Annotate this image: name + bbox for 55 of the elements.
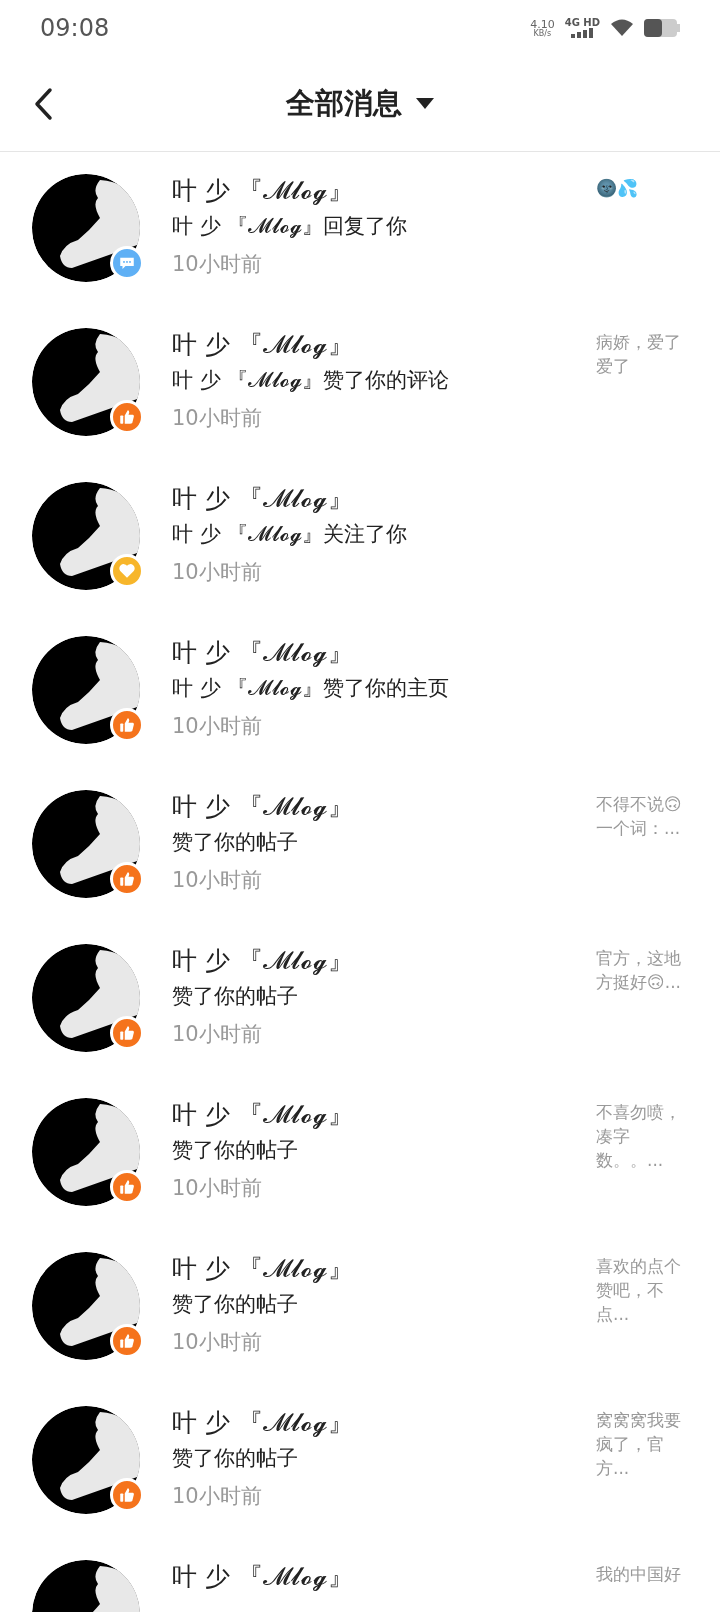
message-item[interactable]: 叶 少 『𝓜𝓵𝓸𝓰』 我的中国好 [0, 1538, 720, 1612]
message-time: 10小时前 [172, 251, 263, 278]
message-text: 赞了你的帖子 [172, 983, 299, 1010]
signal-icon [570, 28, 595, 38]
message-item[interactable]: 叶 少 『𝓜𝓵𝓸𝓰』 赞了你的帖子 10小时前 不喜勿喷，凑字数。。... [0, 1076, 720, 1230]
message-item[interactable]: 叶 少 『𝓜𝓵𝓸𝓰』 赞了你的帖子 10小时前 喜欢的点个赞吧，不点... [0, 1230, 720, 1384]
network-speed: 4.10 [530, 18, 555, 30]
status-time: 09:08 [40, 13, 110, 44]
post-preview: 喜欢的点个赞吧，不点... [596, 1255, 682, 1326]
message-item[interactable]: 叶 少 『𝓜𝓵𝓸𝓰』 叶 少 『𝓜𝓵𝓸𝓰』赞了你的主页 10小时前 [0, 614, 720, 768]
user-name: 叶 少 『𝓜𝓵𝓸𝓰』 [172, 1407, 354, 1439]
user-name: 叶 少 『𝓜𝓵𝓸𝓰』 [172, 637, 354, 669]
message-text: 赞了你的帖子 [172, 1445, 299, 1472]
post-preview: 🌚💦 [596, 177, 639, 200]
message-text: 叶 少 『𝓜𝓵𝓸𝓰』关注了你 [172, 521, 409, 548]
network-type: 4G HD [564, 18, 600, 28]
post-preview: 不喜勿喷，凑字数。。... [596, 1101, 682, 1172]
user-name: 叶 少 『𝓜𝓵𝓸𝓰』 [172, 1561, 354, 1593]
message-time: 10小时前 [172, 559, 263, 586]
message-time: 10小时前 [172, 1483, 263, 1510]
dropdown-caret-icon [416, 97, 434, 110]
message-text: 赞了你的帖子 [172, 1137, 299, 1164]
message-text: 赞了你的帖子 [172, 829, 299, 856]
post-preview: 我的中国好 [596, 1563, 682, 1586]
message-item[interactable]: 叶 少 『𝓜𝓵𝓸𝓰』 叶 少 『𝓜𝓵𝓸𝓰』回复了你 10小时前 🌚💦 [0, 152, 720, 306]
message-item[interactable]: 叶 少 『𝓜𝓵𝓸𝓰』 叶 少 『𝓜𝓵𝓸𝓰』赞了你的评论 10小时前 病娇，爱了爱了 [0, 306, 720, 460]
message-item[interactable]: 叶 少 『𝓜𝓵𝓸𝓰』 赞了你的帖子 10小时前 官方，这地方挺好🙃... [0, 922, 720, 1076]
message-text: 叶 少 『𝓜𝓵𝓸𝓰』回复了你 [172, 213, 409, 240]
user-name: 叶 少 『𝓜𝓵𝓸𝓰』 [172, 945, 354, 977]
message-time: 10小时前 [172, 867, 263, 894]
message-time: 10小时前 [172, 1021, 263, 1048]
message-text: 叶 少 『𝓜𝓵𝓸𝓰』赞了你的主页 [172, 675, 451, 702]
message-text: 赞了你的帖子 [172, 1291, 299, 1318]
user-name: 叶 少 『𝓜𝓵𝓸𝓰』 [172, 1253, 354, 1285]
title-dropdown[interactable]: 全部消息 [286, 81, 434, 126]
user-name: 叶 少 『𝓜𝓵𝓸𝓰』 [172, 1099, 354, 1131]
user-name: 叶 少 『𝓜𝓵𝓸𝓰』 [172, 791, 354, 823]
post-preview: 病娇，爱了爱了 [596, 331, 682, 378]
message-time: 10小时前 [172, 405, 263, 432]
message-item[interactable]: 叶 少 『𝓜𝓵𝓸𝓰』 叶 少 『𝓜𝓵𝓸𝓰』关注了你 10小时前 [0, 460, 720, 614]
message-text: 叶 少 『𝓜𝓵𝓸𝓰』赞了你的评论 [172, 367, 451, 394]
message-item[interactable]: 叶 少 『𝓜𝓵𝓸𝓰』 赞了你的帖子 10小时前 窝窝窝我要疯了，官方... [0, 1384, 720, 1538]
user-name: 叶 少 『𝓜𝓵𝓸𝓰』 [172, 175, 354, 207]
user-name: 叶 少 『𝓜𝓵𝓸𝓰』 [172, 483, 354, 515]
battery-icon [644, 19, 680, 37]
speed-unit: KB/s [533, 29, 552, 38]
post-preview: 官方，这地方挺好🙃... [596, 947, 682, 994]
post-preview: 不得不说🙃一个词：... [596, 793, 683, 840]
message-time: 10小时前 [172, 1175, 263, 1202]
message-item[interactable]: 叶 少 『𝓜𝓵𝓸𝓰』 赞了你的帖子 10小时前 不得不说🙃一个词：... [0, 768, 720, 922]
post-preview: 窝窝窝我要疯了，官方... [596, 1409, 682, 1480]
message-time: 10小时前 [172, 713, 263, 740]
user-name: 叶 少 『𝓜𝓵𝓸𝓰』 [172, 329, 354, 361]
wifi-icon [610, 18, 634, 38]
message-time: 10小时前 [172, 1329, 263, 1356]
